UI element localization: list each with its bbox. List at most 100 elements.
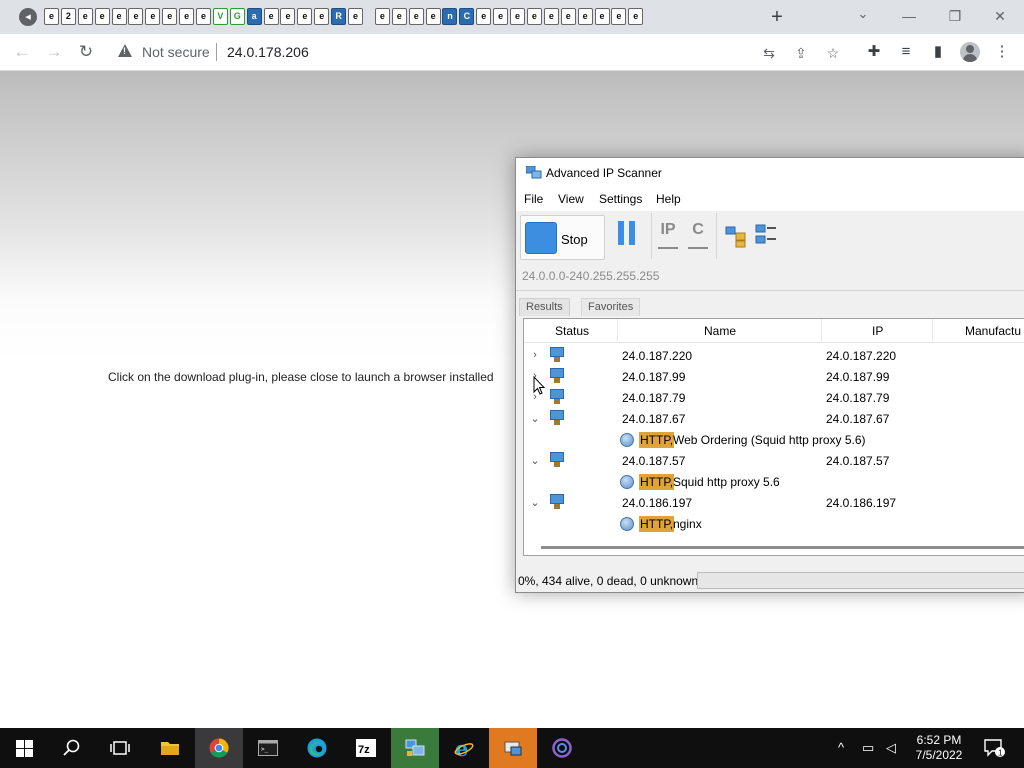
clock[interactable]: 6:52 PM 7/5/2022 (908, 733, 970, 763)
pinned-tab-favicon[interactable]: e (594, 8, 610, 25)
search-button[interactable] (48, 728, 96, 768)
pinned-tab-favicon[interactable]: e (526, 8, 542, 25)
pinned-tab-favicon[interactable]: e (628, 8, 644, 25)
horizontal-scrollbar[interactable] (541, 546, 1024, 549)
pinned-tab-favicon[interactable]: e (510, 8, 526, 25)
media-queue-icon[interactable]: ≡ (896, 42, 916, 62)
pinned-tab-favicon[interactable]: e (543, 8, 559, 25)
notification-center-icon[interactable]: 1 (984, 738, 1006, 758)
pinned-tab-favicon[interactable]: C (459, 8, 475, 25)
pinned-tab-favicon[interactable]: a (246, 8, 262, 25)
task-view-button[interactable] (96, 728, 144, 768)
pinned-tab-favicon[interactable]: e (425, 8, 441, 25)
tab-list-chevron-icon[interactable]: ⌄ (854, 6, 872, 22)
column-name[interactable]: Name (704, 324, 736, 338)
translate-icon[interactable]: ⇆ (760, 44, 778, 62)
host-row[interactable]: ⌄ 24.0.186.197 24.0.186.197 (524, 493, 1024, 514)
address-bar[interactable]: Not secure 24.0.178.206 ⇆ ⇪ ☆ (108, 38, 848, 66)
pinned-tab-favicon[interactable]: e (314, 8, 330, 25)
host-row[interactable]: › 24.0.187.220 24.0.187.220 (524, 346, 1024, 367)
pinned-tab-favicon[interactable]: 2 (60, 8, 76, 25)
pinned-tab-favicon[interactable]: e (111, 8, 127, 25)
menu-file[interactable]: File (524, 192, 543, 206)
pinned-tab-favicon[interactable]: e (391, 8, 407, 25)
warning-triangle-icon[interactable] (118, 44, 132, 57)
collapse-chevron-icon[interactable]: ⌄ (529, 412, 541, 425)
pinned-tab-favicon[interactable]: e (44, 8, 59, 25)
network-icon[interactable]: ▭ (862, 740, 874, 756)
column-ip[interactable]: IP (872, 324, 883, 338)
host-row[interactable]: ⌄ 24.0.187.67 24.0.187.67 (524, 409, 1024, 430)
close-icon[interactable]: ✕ (988, 4, 1012, 28)
pinned-tab-favicon[interactable]: e (611, 8, 627, 25)
service-row[interactable]: HTTP, nginx (524, 514, 1024, 535)
pinned-tab-favicon[interactable]: e (348, 8, 364, 25)
service-protocol-link[interactable]: HTTP, (639, 516, 675, 532)
pinned-tab-favicon[interactable]: e (280, 8, 296, 25)
pinned-tab-favicon[interactable]: G (229, 8, 245, 25)
start-button[interactable] (0, 728, 48, 768)
pinned-tab-favicon[interactable]: e (297, 8, 313, 25)
minimize-icon[interactable]: — (897, 4, 921, 28)
pinned-tab-favicon[interactable]: e (94, 8, 110, 25)
c-class-tool-icon[interactable]: C (686, 221, 710, 249)
pinned-tab-favicon[interactable]: e (145, 8, 161, 25)
window-titlebar[interactable]: Advanced IP Scanner (516, 158, 1024, 187)
pinned-tab-favicon[interactable]: e (577, 8, 593, 25)
column-divider[interactable] (617, 319, 618, 343)
security-label[interactable]: Not secure (142, 44, 210, 60)
back-arrow-icon[interactable]: ← (10, 41, 34, 63)
share-icon[interactable]: ⇪ (792, 44, 810, 62)
ip-tool-icon[interactable]: IP (656, 221, 680, 249)
show-hidden-icons-chevron-icon[interactable]: ^ (838, 740, 844, 755)
taskbar-edge[interactable] (293, 728, 341, 768)
taskbar-file-explorer[interactable] (146, 728, 194, 768)
collapse-chevron-icon[interactable]: ⌄ (529, 496, 541, 509)
taskbar-network-tool[interactable] (489, 728, 537, 768)
tab-results[interactable]: Results (519, 298, 570, 316)
url-text[interactable]: 24.0.178.206 (227, 44, 309, 60)
bookmark-star-icon[interactable]: ☆ (824, 44, 842, 62)
pinned-tab-favicon[interactable]: e (374, 8, 390, 25)
pinned-tab-favicon[interactable]: V (212, 8, 228, 25)
pinned-tab-favicon[interactable]: e (162, 8, 178, 25)
volume-icon[interactable]: ◁ (886, 740, 896, 756)
expand-chevron-icon[interactable]: › (529, 349, 541, 361)
pinned-tab-favicon[interactable]: e (263, 8, 279, 25)
pinned-tab-favicon[interactable]: e (196, 8, 212, 25)
forward-arrow-icon[interactable]: → (42, 41, 66, 63)
ip-range-input[interactable]: 24.0.0.0-240.255.255.255 (516, 263, 1024, 291)
pinned-tab-favicon[interactable]: e (493, 8, 509, 25)
host-row[interactable]: › 24.0.187.79 24.0.187.79 (524, 388, 1024, 409)
menu-help[interactable]: Help (656, 192, 681, 206)
collapse-chevron-icon[interactable]: ⌄ (529, 454, 541, 467)
pinned-tab-favicon[interactable]: e (77, 8, 93, 25)
taskbar-chrome[interactable] (195, 728, 243, 768)
pause-button[interactable] (618, 221, 638, 245)
pinned-tab-favicon[interactable]: e (560, 8, 576, 25)
host-row[interactable]: › 24.0.187.99 24.0.187.99 (524, 367, 1024, 388)
pinned-tab-favicon[interactable]: n (442, 8, 458, 25)
extensions-puzzle-icon[interactable]: ✚ (864, 42, 884, 62)
column-divider[interactable] (932, 319, 933, 343)
pinned-tab-favicon[interactable]: e (476, 8, 492, 25)
service-row[interactable]: HTTP, Squid http proxy 5.6 (524, 472, 1024, 493)
taskbar-app[interactable] (538, 728, 586, 768)
reload-icon[interactable]: ↻ (74, 41, 98, 63)
service-protocol-link[interactable]: HTTP, (639, 432, 675, 448)
new-tab-button[interactable]: + (766, 6, 788, 28)
menu-settings[interactable]: Settings (599, 192, 642, 206)
tab-favorites[interactable]: Favorites (581, 298, 641, 316)
pinned-tab-favicon[interactable]: e (179, 8, 195, 25)
menu-view[interactable]: View (558, 192, 584, 206)
restore-icon[interactable]: ❐ (943, 4, 967, 28)
pinned-tab-favicon[interactable]: e (408, 8, 424, 25)
column-divider[interactable] (821, 319, 822, 343)
collapse-all-icon[interactable] (754, 221, 778, 249)
pinned-tab-favicon[interactable]: R (331, 8, 347, 25)
column-manufacturer[interactable]: Manufactu (965, 324, 1021, 338)
profile-avatar-icon[interactable] (960, 42, 980, 62)
taskbar-advanced-ip-scanner[interactable] (391, 728, 439, 768)
service-protocol-link[interactable]: HTTP, (639, 474, 675, 490)
taskbar-internet-explorer[interactable]: e (440, 728, 488, 768)
